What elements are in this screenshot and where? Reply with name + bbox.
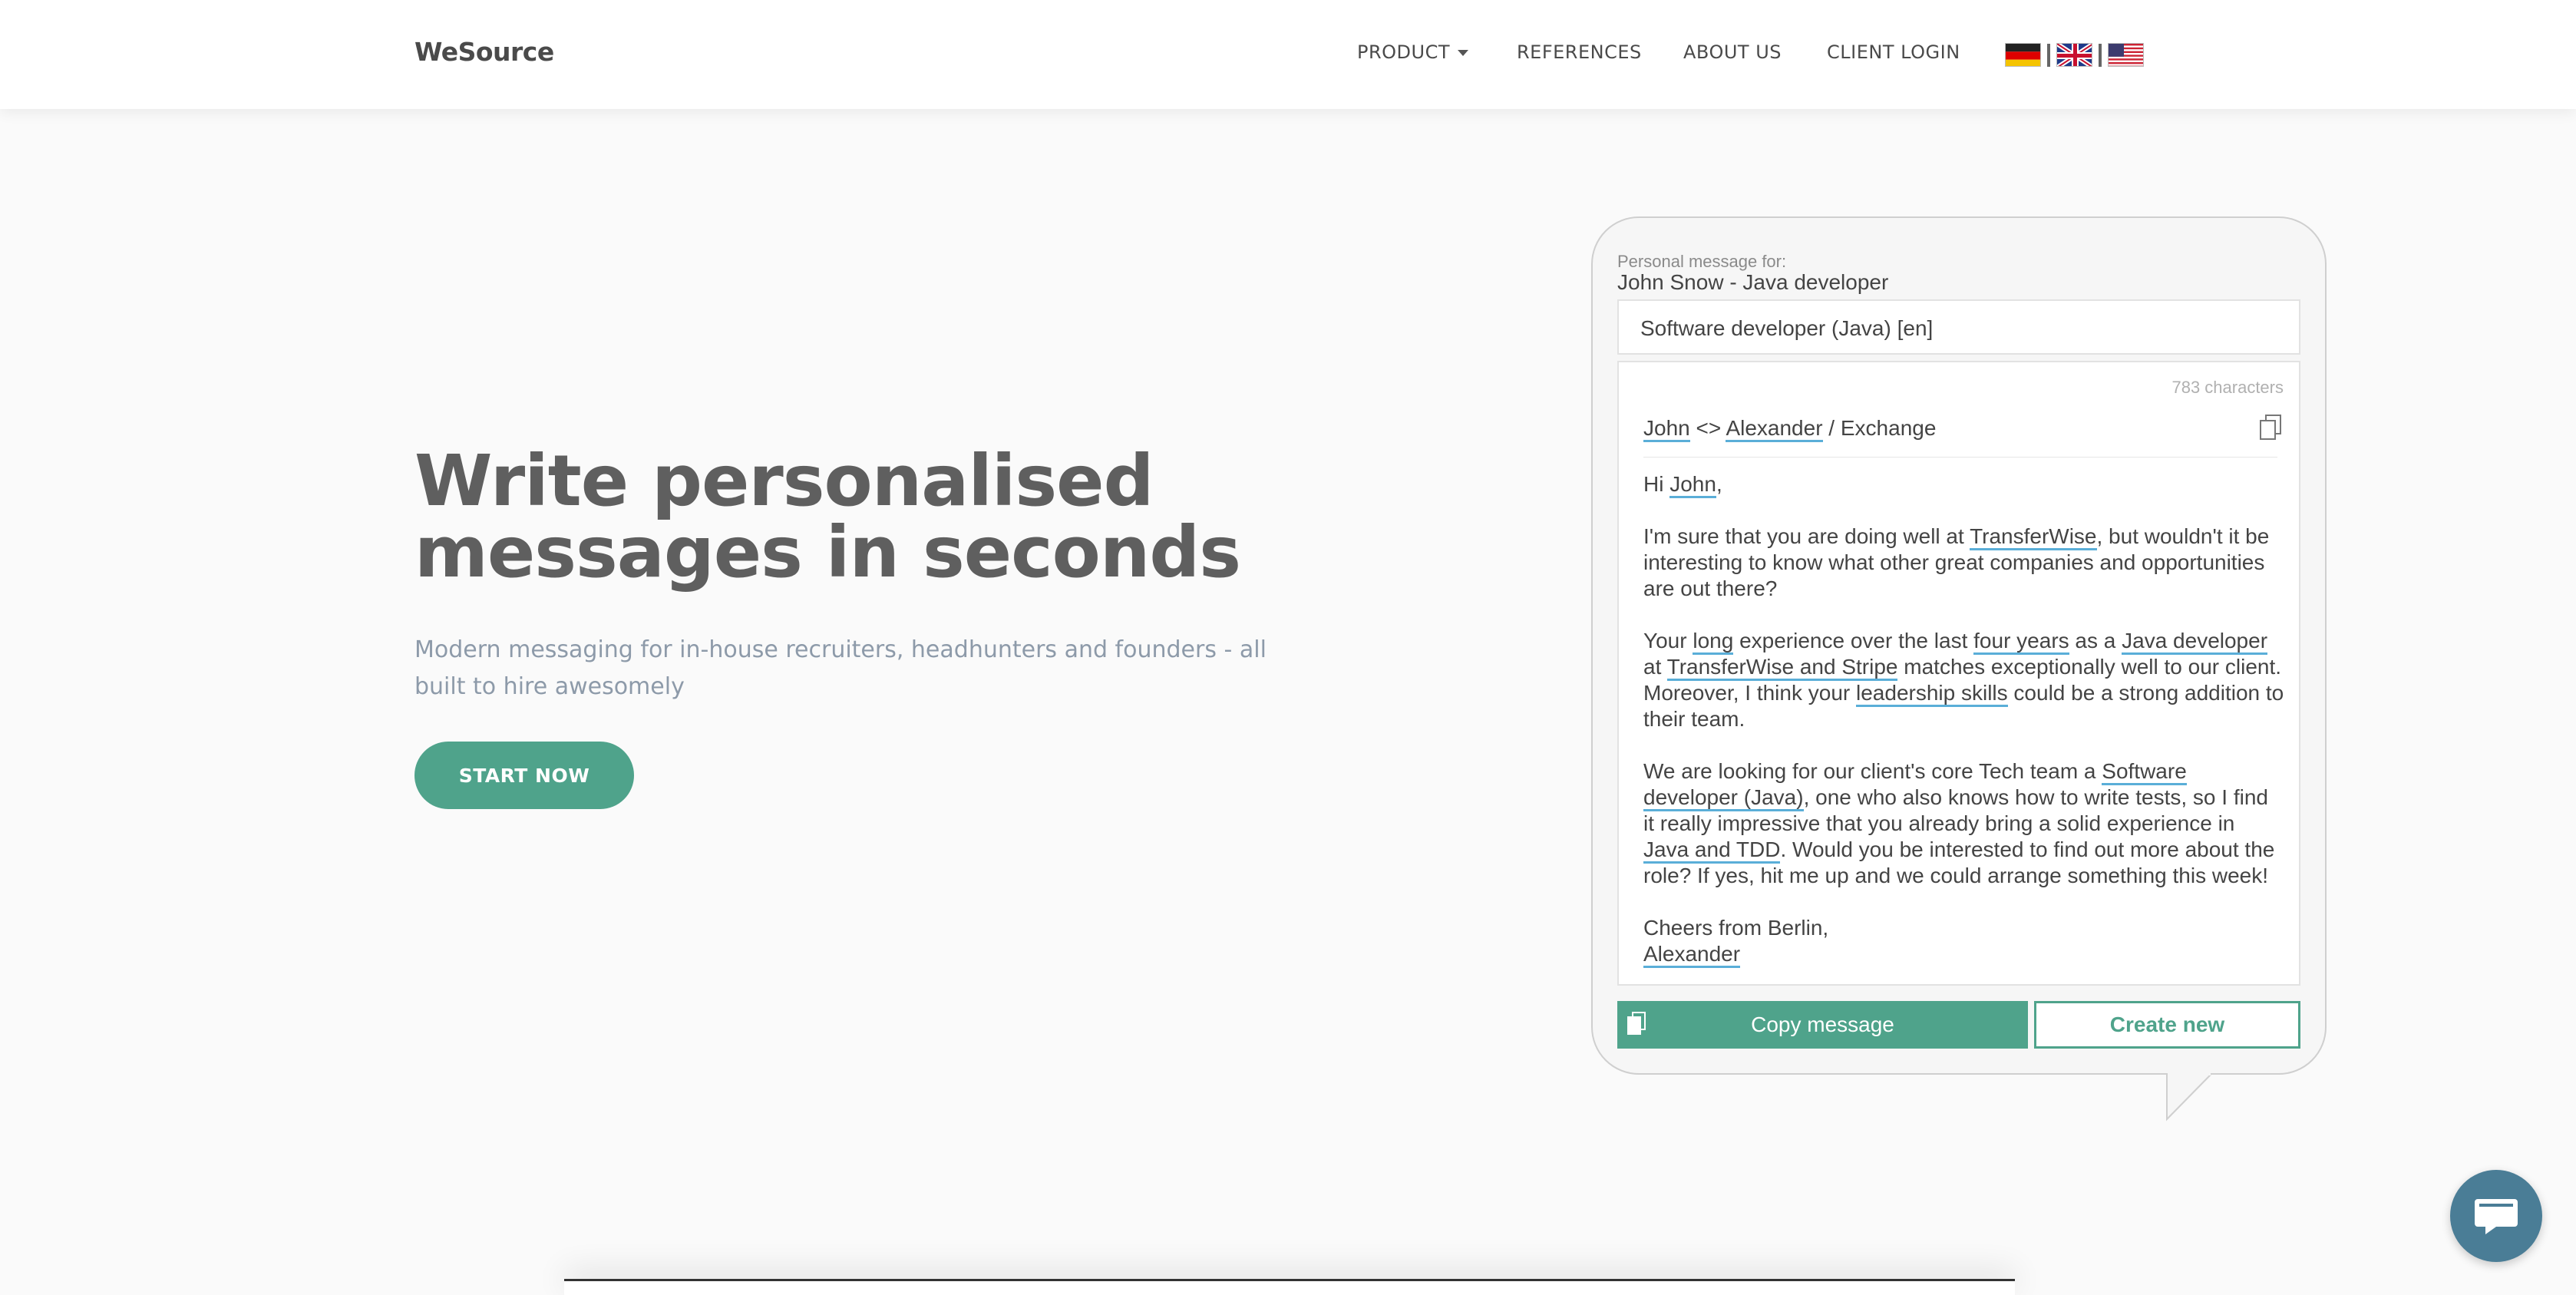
subject-divider: [1643, 457, 2277, 458]
message-body[interactable]: Hi John, I'm sure that you are doing wel…: [1643, 471, 2284, 993]
nav-about-us[interactable]: ABOUT US: [1683, 41, 1782, 63]
nav-product-label: PRODUCT: [1357, 41, 1451, 63]
signoff: Cheers from Berlin, Alexander: [1643, 915, 2284, 968]
top-navbar: WeSource PRODUCT REFERENCES ABOUT US CLI…: [0, 0, 2576, 109]
hero-subtitle: Modern messaging for in-house recruiters…: [414, 636, 1267, 700]
personal-message-label: Personal message for:: [1617, 252, 1787, 271]
copy-subject-icon[interactable]: [2259, 415, 2282, 441]
nav-product[interactable]: PRODUCT: [1357, 41, 1469, 63]
paragraph-intro: I'm sure that you are doing well at Tran…: [1643, 524, 2270, 600]
placeholder-sender-name: Alexander: [1726, 416, 1823, 442]
placeholder-skills: leadership skills: [1856, 681, 2008, 707]
placeholder-recipient-first-name: John: [1643, 416, 1690, 442]
chat-bubble-icon: [2475, 1199, 2518, 1234]
start-now-button[interactable]: START NOW: [414, 742, 634, 809]
copy-message-button[interactable]: Copy message: [1617, 1001, 2028, 1049]
chat-widget-button[interactable]: [2450, 1170, 2542, 1262]
flag-separator: [2099, 43, 2102, 67]
copy-message-label: Copy message: [1751, 1013, 1894, 1036]
nav-references[interactable]: REFERENCES: [1517, 41, 1642, 63]
speech-bubble-tail: [2166, 1073, 2211, 1122]
create-new-button[interactable]: Create new: [2034, 1001, 2300, 1049]
placeholder-duration-qualifier: long: [1693, 629, 1734, 655]
placeholder-years: four years: [1973, 629, 2069, 655]
brand-logo[interactable]: WeSource: [414, 37, 554, 67]
message-subject: John <> Alexander / Exchange: [1643, 416, 1936, 442]
placeholder-company: TransferWise: [1970, 524, 2097, 550]
message-panel[interactable]: 783 characters John <> Alexander / Excha…: [1617, 361, 2300, 986]
greeting: Hi John,: [1643, 471, 2284, 498]
copy-icon: [1627, 1012, 1646, 1035]
hero-title-line1: Write personalised: [414, 440, 1154, 522]
flag-separator: [2047, 43, 2050, 67]
placeholder-companies: TransferWise and Stripe: [1666, 655, 1898, 681]
hero-title-line2: messages in seconds: [414, 511, 1241, 593]
caret-down-icon: [1458, 50, 1469, 56]
recipient-name: John Snow - Java developer: [1617, 270, 1889, 294]
placeholder-tech: Java and TDD: [1643, 837, 1781, 864]
template-select-value: Software developer (Java) [en]: [1640, 316, 1934, 340]
template-select[interactable]: Software developer (Java) [en]: [1617, 299, 2300, 355]
placeholder-sender-signature: Alexander: [1643, 942, 1741, 968]
hero-title: Write personalised messages in seconds: [414, 445, 1259, 588]
placeholder-first-name: John: [1669, 472, 1716, 498]
nav-client-login[interactable]: CLIENT LOGIN: [1827, 41, 1960, 63]
uk-flag-icon[interactable]: [2056, 43, 2092, 67]
german-flag-icon[interactable]: [2005, 43, 2041, 67]
character-count: 783 characters: [2171, 378, 2284, 397]
language-switcher: [2005, 42, 2144, 68]
placeholder-role: Java developer: [2122, 629, 2268, 655]
paragraph-offer: We are looking for our client's core Tec…: [1643, 759, 2275, 887]
paragraph-experience: Your long experience over the last four …: [1643, 629, 2284, 731]
us-flag-icon[interactable]: [2108, 43, 2144, 67]
